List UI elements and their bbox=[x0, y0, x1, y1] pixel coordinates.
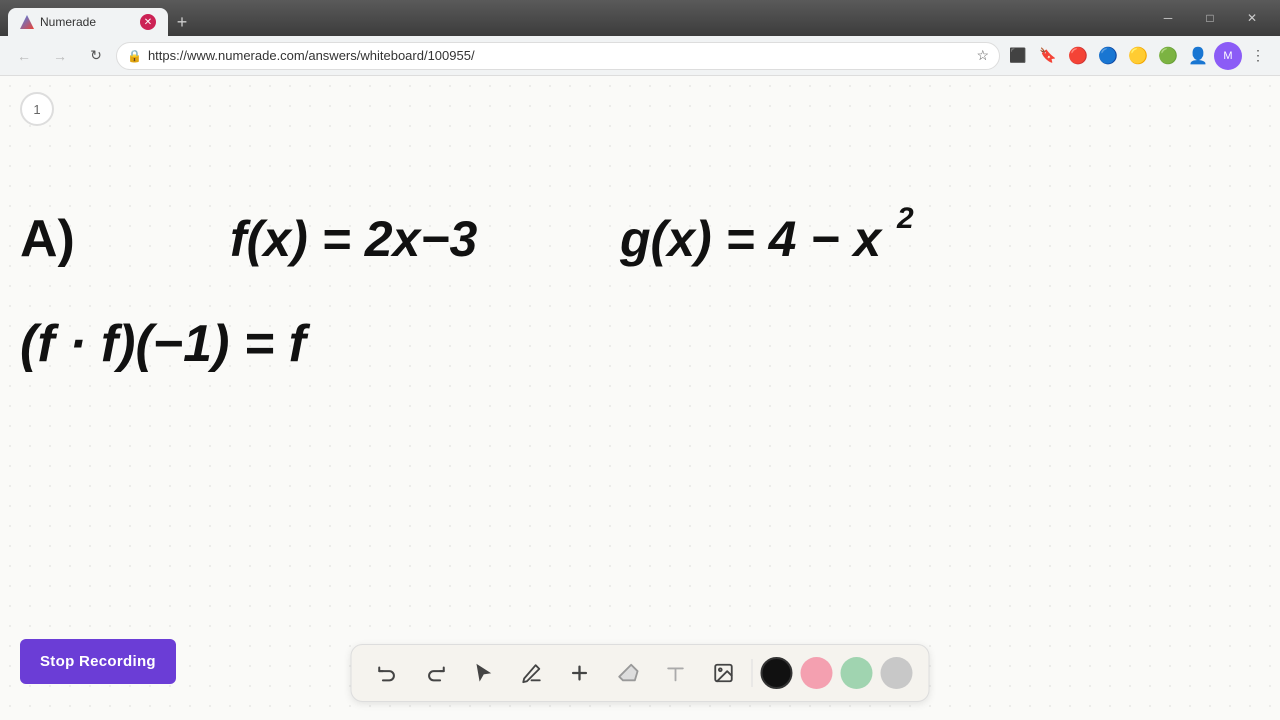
eraser-button[interactable] bbox=[608, 653, 648, 693]
tab-favicon bbox=[20, 15, 34, 29]
url-text: https://www.numerade.com/answers/whitebo… bbox=[148, 48, 970, 63]
tab-close-button[interactable]: ✕ bbox=[140, 14, 156, 30]
menu-button[interactable]: ⋮ bbox=[1244, 42, 1272, 70]
window-controls: ─ □ ✕ bbox=[1148, 4, 1272, 32]
redo-button[interactable] bbox=[416, 653, 456, 693]
text-icon bbox=[665, 662, 687, 684]
star-icon[interactable]: ☆ bbox=[976, 47, 989, 64]
profile-button[interactable]: M bbox=[1214, 42, 1242, 70]
whiteboard-area: 1 A) f(x) = 2x−3 g(x) = 4 − x 2 (f · f)(… bbox=[0, 76, 1280, 720]
minimize-button[interactable]: ─ bbox=[1148, 4, 1188, 32]
new-tab-button[interactable]: + bbox=[168, 8, 196, 36]
security-icon: 🔒 bbox=[127, 49, 142, 63]
color-black[interactable] bbox=[761, 657, 793, 689]
browser-ext-5[interactable]: 👤 bbox=[1184, 42, 1212, 70]
browser-ext-2[interactable]: 🔵 bbox=[1094, 42, 1122, 70]
address-bar[interactable]: 🔒 https://www.numerade.com/answers/white… bbox=[116, 42, 1000, 70]
add-button[interactable] bbox=[560, 653, 600, 693]
undo-button[interactable] bbox=[368, 653, 408, 693]
text-tool-button[interactable] bbox=[656, 653, 696, 693]
undo-icon bbox=[377, 662, 399, 684]
a-label: A) bbox=[20, 210, 75, 268]
active-tab[interactable]: Numerade ✕ bbox=[8, 8, 168, 36]
select-tool-button[interactable] bbox=[464, 653, 504, 693]
stop-recording-button[interactable]: Stop Recording bbox=[20, 639, 176, 684]
bookmark-icon[interactable]: 🔖 bbox=[1034, 42, 1062, 70]
page-indicator: 1 bbox=[20, 92, 54, 126]
browser-ext-3[interactable]: 🟡 bbox=[1124, 42, 1152, 70]
color-pink[interactable] bbox=[801, 657, 833, 689]
maximize-button[interactable]: □ bbox=[1190, 4, 1230, 32]
fx-equation: f(x) = 2x−3 bbox=[230, 211, 478, 267]
forward-button[interactable]: → bbox=[44, 40, 76, 72]
navigation-toolbar: ← → ↻ 🔒 https://www.numerade.com/answers… bbox=[0, 36, 1280, 76]
drawing-toolbar bbox=[351, 644, 930, 702]
color-gray[interactable] bbox=[881, 657, 913, 689]
reload-button[interactable]: ↻ bbox=[80, 40, 112, 72]
toolbar-right: ⬛ 🔖 🔴 🔵 🟡 🟢 👤 M ⋮ bbox=[1004, 42, 1272, 70]
title-bar: Numerade ✕ + ─ □ ✕ bbox=[0, 0, 1280, 36]
image-button[interactable] bbox=[704, 653, 744, 693]
browser-ext-4[interactable]: 🟢 bbox=[1154, 42, 1182, 70]
redo-icon bbox=[425, 662, 447, 684]
back-button[interactable]: ← bbox=[8, 40, 40, 72]
math-content-svg: A) f(x) = 2x−3 g(x) = 4 − x 2 (f · f)(−1… bbox=[0, 126, 1280, 626]
tab-title: Numerade bbox=[40, 15, 134, 29]
extensions-icon[interactable]: ⬛ bbox=[1004, 42, 1032, 70]
close-button[interactable]: ✕ bbox=[1232, 4, 1272, 32]
toolbar-divider bbox=[752, 659, 753, 687]
browser-ext-1[interactable]: 🔴 bbox=[1064, 42, 1092, 70]
plus-icon bbox=[569, 662, 591, 684]
gx-exponent: 2 bbox=[896, 202, 914, 235]
eraser-icon bbox=[617, 662, 639, 684]
pen-tool-button[interactable] bbox=[512, 653, 552, 693]
tab-strip: Numerade ✕ + bbox=[8, 0, 196, 36]
gx-equation: g(x) = 4 − x bbox=[619, 211, 883, 267]
color-green[interactable] bbox=[841, 657, 873, 689]
pen-icon bbox=[521, 662, 543, 684]
cursor-icon bbox=[473, 662, 495, 684]
browser-chrome: Numerade ✕ + ─ □ ✕ ← → ↻ 🔒 https://www.n… bbox=[0, 0, 1280, 76]
ff-expression: (f · f)(−1) = f bbox=[20, 315, 311, 373]
image-icon bbox=[713, 662, 735, 684]
